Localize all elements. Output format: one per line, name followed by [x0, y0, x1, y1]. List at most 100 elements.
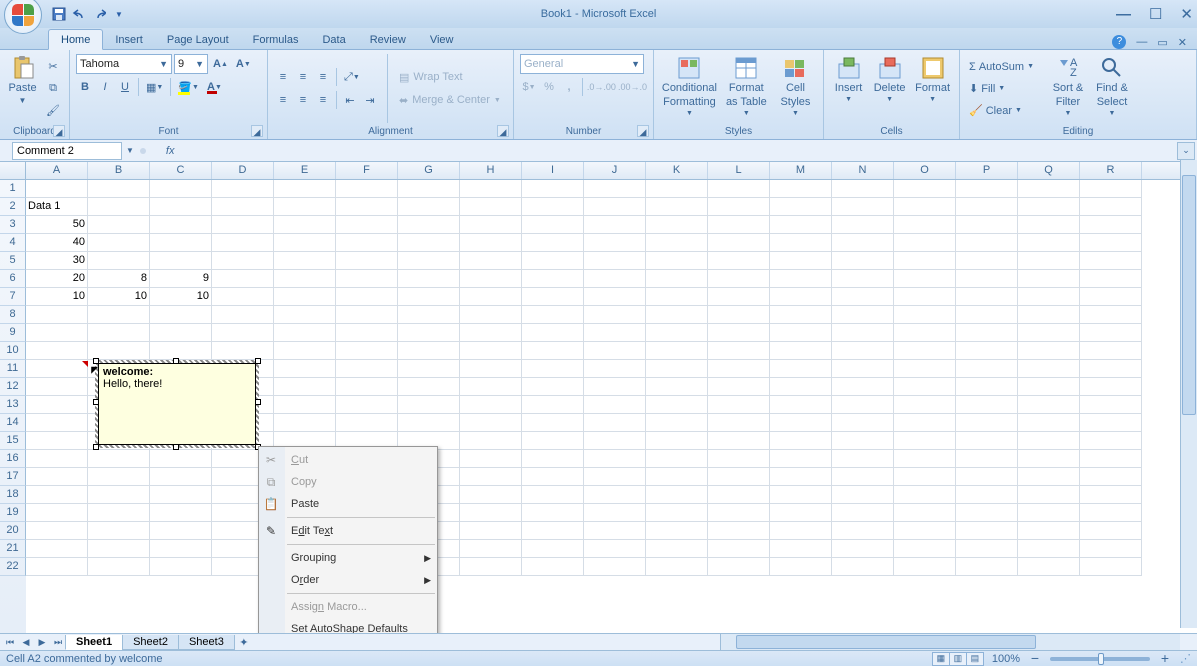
increase-indent-icon[interactable]: ⇥ [361, 90, 379, 110]
cell[interactable] [274, 288, 336, 306]
cell[interactable]: Data 1 [26, 198, 88, 216]
cell[interactable] [894, 504, 956, 522]
cell[interactable] [832, 252, 894, 270]
cell[interactable] [956, 522, 1018, 540]
cell[interactable] [770, 414, 832, 432]
zoom-out-button[interactable]: − [1028, 652, 1042, 666]
cell[interactable] [460, 468, 522, 486]
tab-page-layout[interactable]: Page Layout [155, 30, 241, 49]
insert-sheet-icon[interactable]: ✦ [235, 636, 253, 649]
cell[interactable] [646, 270, 708, 288]
cell[interactable] [1080, 306, 1142, 324]
cell[interactable] [894, 342, 956, 360]
cell[interactable] [336, 342, 398, 360]
cell[interactable] [26, 540, 88, 558]
cell[interactable] [584, 306, 646, 324]
tab-home[interactable]: Home [48, 29, 103, 50]
cell[interactable] [708, 198, 770, 216]
col-header[interactable]: L [708, 162, 770, 179]
cell[interactable] [894, 360, 956, 378]
cell[interactable] [708, 306, 770, 324]
autosum-button[interactable]: Σ AutoSum ▼ [966, 57, 1044, 77]
row-header[interactable]: 13 [0, 396, 26, 414]
cell[interactable] [770, 504, 832, 522]
cell[interactable] [956, 180, 1018, 198]
cell[interactable] [708, 432, 770, 450]
minimize-ribbon-icon[interactable]: — [1136, 36, 1147, 48]
cell[interactable] [1080, 216, 1142, 234]
cell[interactable] [894, 486, 956, 504]
cell[interactable] [398, 378, 460, 396]
cell[interactable] [770, 198, 832, 216]
cell[interactable] [150, 306, 212, 324]
cell[interactable] [1080, 432, 1142, 450]
cell[interactable] [646, 378, 708, 396]
cell[interactable] [274, 252, 336, 270]
cell[interactable] [646, 450, 708, 468]
border-icon[interactable]: ▦▼ [143, 77, 166, 97]
row-header[interactable]: 10 [0, 342, 26, 360]
cell[interactable] [646, 522, 708, 540]
cell[interactable] [832, 558, 894, 576]
cell[interactable] [88, 252, 150, 270]
cell[interactable] [708, 522, 770, 540]
cell[interactable] [646, 252, 708, 270]
copy-icon[interactable]: ⧉ [43, 79, 63, 99]
cell[interactable] [894, 324, 956, 342]
cell[interactable] [584, 342, 646, 360]
cell[interactable] [646, 198, 708, 216]
cell[interactable] [708, 558, 770, 576]
cell[interactable] [150, 540, 212, 558]
cell[interactable] [584, 414, 646, 432]
cell[interactable] [336, 288, 398, 306]
cell[interactable] [1018, 432, 1080, 450]
row-header[interactable]: 5 [0, 252, 26, 270]
cell[interactable] [646, 234, 708, 252]
col-header[interactable]: A [26, 162, 88, 179]
cell[interactable] [832, 270, 894, 288]
cell[interactable] [1080, 504, 1142, 522]
cell[interactable] [336, 234, 398, 252]
col-header[interactable]: F [336, 162, 398, 179]
cell[interactable] [708, 216, 770, 234]
shrink-font-icon[interactable]: A▼ [233, 54, 254, 74]
cell[interactable] [460, 414, 522, 432]
cell[interactable] [894, 198, 956, 216]
cell[interactable] [894, 414, 956, 432]
cell[interactable] [522, 486, 584, 504]
cell[interactable] [956, 216, 1018, 234]
decrease-decimal-icon[interactable]: .00→.0 [618, 77, 647, 97]
cell[interactable] [1018, 306, 1080, 324]
clipboard-launcher[interactable]: ◢ [53, 125, 65, 137]
cell[interactable] [770, 558, 832, 576]
cell[interactable] [1080, 396, 1142, 414]
cell[interactable] [274, 216, 336, 234]
cell[interactable] [584, 288, 646, 306]
cell[interactable] [1080, 540, 1142, 558]
cell[interactable] [26, 450, 88, 468]
cell[interactable] [1018, 468, 1080, 486]
row-header[interactable]: 18 [0, 486, 26, 504]
cell[interactable] [770, 450, 832, 468]
cell[interactable] [460, 432, 522, 450]
cell[interactable] [150, 198, 212, 216]
col-header[interactable]: G [398, 162, 460, 179]
cell[interactable] [708, 180, 770, 198]
cell[interactable] [832, 378, 894, 396]
cell[interactable] [832, 288, 894, 306]
cell[interactable] [88, 558, 150, 576]
cell[interactable] [956, 468, 1018, 486]
merge-center-button[interactable]: ⬌ Merge & Center ▼ [396, 90, 506, 110]
cell[interactable] [522, 180, 584, 198]
cell[interactable] [894, 306, 956, 324]
cell[interactable] [646, 324, 708, 342]
cell[interactable] [1018, 216, 1080, 234]
cell[interactable] [460, 486, 522, 504]
cell[interactable]: 40 [26, 234, 88, 252]
cell[interactable] [150, 522, 212, 540]
cell[interactable] [894, 468, 956, 486]
cell[interactable] [770, 270, 832, 288]
ctx-edit-text[interactable]: ✎Edit Text [259, 520, 437, 542]
cell[interactable] [956, 198, 1018, 216]
cell[interactable] [212, 324, 274, 342]
